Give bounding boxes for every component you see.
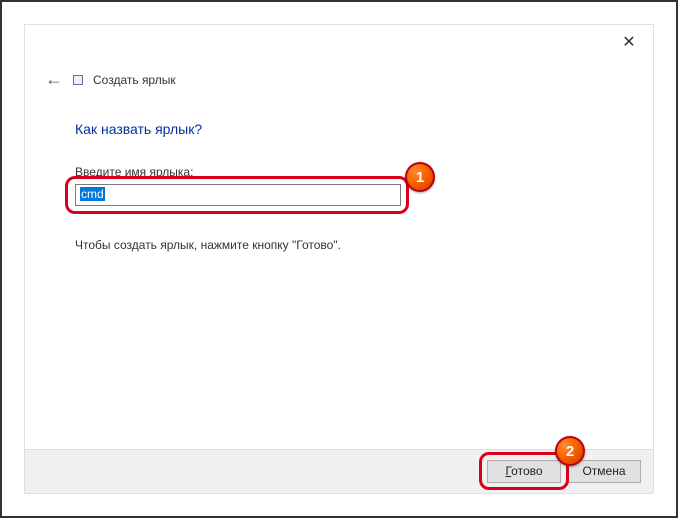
dialog-footer: Готово 2 Отмена (25, 449, 653, 493)
finish-button-wrapper: Готово 2 (487, 460, 561, 483)
finish-button[interactable]: Готово (487, 460, 561, 483)
cancel-button[interactable]: Отмена (567, 460, 641, 483)
shortcut-name-input[interactable]: cmd (75, 184, 401, 206)
input-selected-text: cmd (80, 187, 105, 201)
instruction-text: Чтобы создать ярлык, нажмите кнопку "Гот… (75, 238, 623, 252)
dialog-header: ← Создать ярлык (45, 69, 176, 90)
content-area: Как назвать ярлык? Введите имя ярлыка: c… (75, 121, 623, 252)
page-heading: Как назвать ярлык? (75, 121, 623, 137)
shortcut-name-input-wrapper: cmd 1 (75, 184, 413, 206)
shortcut-name-label: Введите имя ярлыка: (75, 165, 623, 179)
outer-frame: ✕ ← Создать ярлык Как назвать ярлык? Вве… (0, 0, 678, 518)
back-arrow-icon[interactable]: ← (45, 69, 63, 90)
close-button[interactable]: ✕ (619, 33, 639, 53)
shortcut-wizard-icon (73, 75, 83, 85)
dialog-title: Создать ярлык (93, 73, 176, 87)
finish-rest: отово (511, 464, 542, 478)
create-shortcut-dialog: ✕ ← Создать ярлык Как назвать ярлык? Вве… (24, 24, 654, 494)
